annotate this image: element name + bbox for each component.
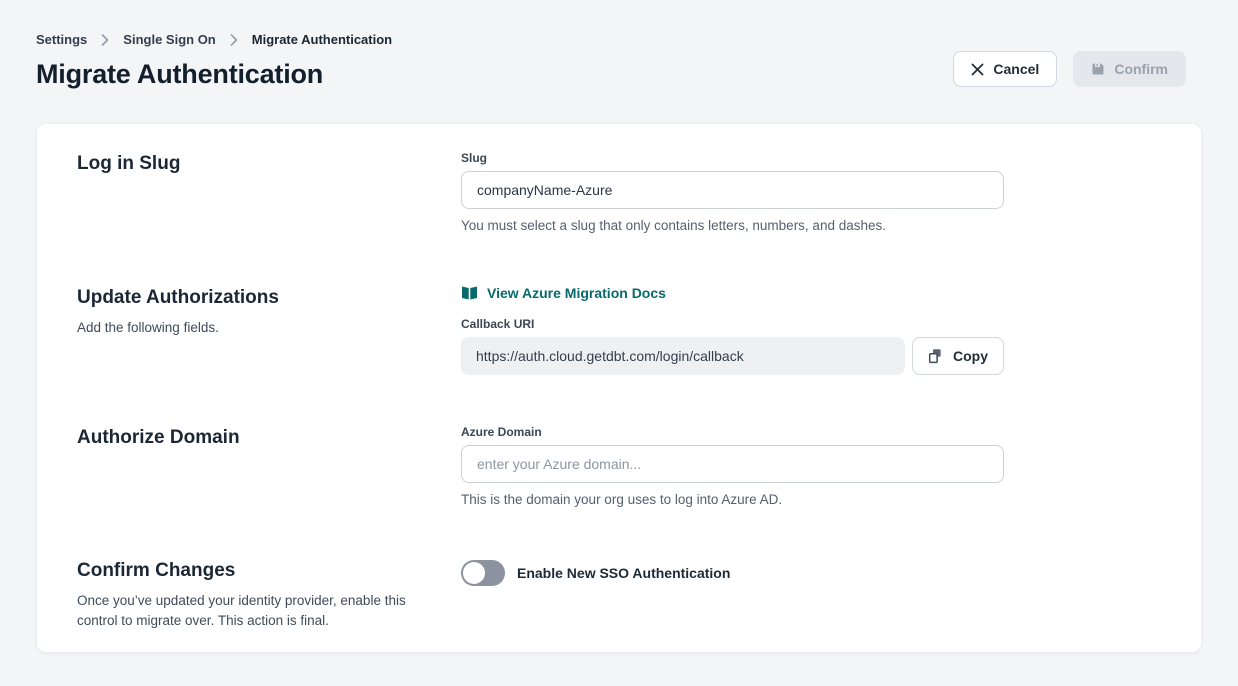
chevron-right-icon	[230, 34, 238, 46]
section-update-authorizations: Update Authorizations Add the following …	[77, 285, 1161, 375]
settings-card: Log in Slug Slug You must select a slug …	[36, 123, 1202, 653]
toggle-knob	[463, 562, 485, 584]
page-title: Migrate Authentication	[36, 59, 392, 90]
copy-button-label: Copy	[953, 349, 988, 363]
confirm-changes-heading: Confirm Changes	[77, 558, 421, 584]
confirm-button[interactable]: Confirm	[1073, 51, 1186, 87]
update-authorizations-description: Add the following fields.	[77, 318, 421, 338]
authorize-domain-heading: Authorize Domain	[77, 425, 421, 451]
migrate-authentication-page: Settings Single Sign On Migrate Authenti…	[0, 0, 1238, 686]
confirm-changes-description: Once you’ve updated your identity provid…	[77, 591, 412, 631]
copy-icon	[928, 348, 944, 364]
book-icon	[461, 286, 478, 300]
enable-sso-toggle-label: Enable New SSO Authentication	[517, 565, 730, 581]
breadcrumb-item-settings[interactable]: Settings	[36, 32, 87, 47]
callback-uri-field[interactable]	[461, 337, 905, 375]
copy-button[interactable]: Copy	[912, 337, 1004, 375]
slug-label: Slug	[461, 151, 1004, 165]
update-authorizations-heading: Update Authorizations	[77, 285, 421, 311]
enable-sso-toggle[interactable]	[461, 560, 505, 586]
section-login-slug: Log in Slug Slug You must select a slug …	[77, 151, 1161, 233]
login-slug-heading: Log in Slug	[77, 151, 421, 177]
chevron-right-icon	[101, 34, 109, 46]
x-icon	[971, 63, 984, 76]
cancel-button-label: Cancel	[993, 62, 1039, 76]
cancel-button[interactable]: Cancel	[953, 51, 1057, 87]
azure-domain-help-text: This is the domain your org uses to log …	[461, 492, 1004, 507]
azure-domain-label: Azure Domain	[461, 425, 1004, 439]
docs-link-label: View Azure Migration Docs	[487, 285, 666, 301]
breadcrumb-item-migrate-authentication: Migrate Authentication	[252, 32, 392, 47]
slug-help-text: You must select a slug that only contain…	[461, 218, 1004, 233]
breadcrumb-item-single-sign-on[interactable]: Single Sign On	[123, 32, 215, 47]
page-header: Settings Single Sign On Migrate Authenti…	[0, 0, 1238, 90]
confirm-button-label: Confirm	[1114, 62, 1168, 76]
header-actions: Cancel Confirm	[953, 51, 1186, 87]
section-authorize-domain: Authorize Domain Azure Domain This is th…	[77, 425, 1161, 507]
slug-input[interactable]	[461, 171, 1004, 209]
view-azure-migration-docs-link[interactable]: View Azure Migration Docs	[461, 285, 666, 301]
azure-domain-input[interactable]	[461, 445, 1004, 483]
section-confirm-changes: Confirm Changes Once you’ve updated your…	[77, 558, 1161, 631]
callback-uri-label: Callback URI	[461, 317, 1004, 331]
breadcrumb: Settings Single Sign On Migrate Authenti…	[36, 32, 392, 47]
save-icon	[1091, 62, 1105, 76]
